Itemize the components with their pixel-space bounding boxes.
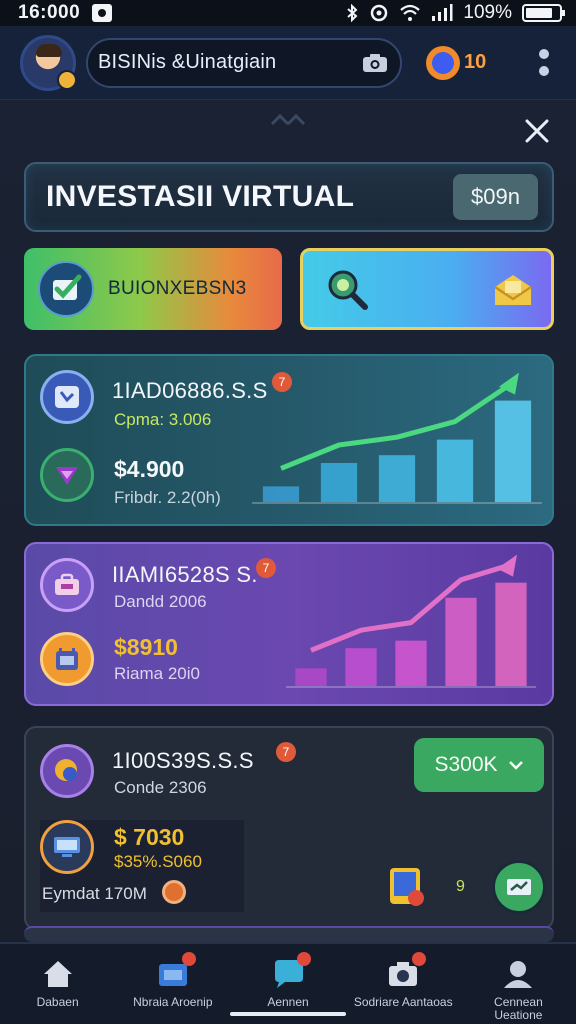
nav-label: Dabaen [36, 995, 79, 1009]
coin-stack-icon [40, 744, 94, 798]
amount-dropdown[interactable]: S300K [414, 738, 544, 792]
chart-bar [320, 463, 358, 502]
search-bar[interactable]: BISINis &Uinatgiain [86, 37, 402, 88]
card-amount: $8910 [114, 634, 178, 660]
coin-icon [162, 880, 186, 904]
battery-percent: 109% [463, 2, 512, 23]
home-indicator [230, 1012, 346, 1016]
close-button[interactable] [520, 114, 554, 148]
mail-icon [494, 275, 532, 305]
notification-icon [92, 4, 113, 22]
chart-bar [494, 400, 532, 502]
card-detail: Riama 20i0 [114, 664, 200, 683]
bluetooth-icon [347, 4, 358, 22]
coin-value: 10 [464, 51, 487, 73]
card-amount: $ 7030 [114, 824, 185, 850]
investment-card-3[interactable]: 1I00S39S.S.S 7 Conde 2306 S300K $ 7030 $… [24, 726, 554, 930]
nav-label: Aennen [267, 995, 309, 1009]
card-subtitle: Dandd 2006 [114, 592, 207, 611]
check-icon [38, 261, 94, 317]
dropdown-value: S300K [434, 753, 498, 776]
balance-button[interactable]: $09n [453, 174, 538, 220]
chart-bar [495, 582, 527, 686]
investment-panel: INVESTASII VIRTUAL $09n BUIONXEBSN3 1IAD… [0, 100, 576, 942]
signal-icon [432, 4, 453, 21]
home-icon [43, 961, 72, 987]
growth-chart [252, 372, 542, 504]
card-badge: 7 [256, 558, 276, 578]
action-button-confirm[interactable]: BUIONXEBSN3 [24, 248, 282, 330]
nav-item-home[interactable]: Dabaen [0, 944, 115, 1024]
card-subtitle: Cpma: 3.006 [114, 410, 212, 429]
action-row: BUIONXEBSN3 [24, 248, 554, 330]
kebab-menu-icon[interactable] [532, 49, 556, 76]
monitor-icon [40, 820, 94, 874]
avatar[interactable] [20, 34, 77, 91]
chart-bar [262, 486, 300, 502]
calendar-icon [40, 632, 94, 686]
action-button-search[interactable] [300, 248, 554, 330]
nav-label: Cennean Ueatione [494, 995, 543, 1022]
chat-icon [271, 952, 311, 990]
search-text[interactable]: BISINis &Uinatgiain [98, 51, 362, 74]
card-title: IIAMI6528S S. [112, 562, 258, 587]
action-button-label: BUIONXEBSN3 [108, 278, 247, 299]
shop-icon [156, 952, 196, 990]
card-detail: Eymdat 170M [42, 884, 147, 903]
nav-item-camera[interactable]: Sodriare Aantaoas [346, 944, 461, 1024]
chart-bar [378, 455, 416, 502]
close-icon [525, 119, 549, 143]
chevron-down-icon [508, 761, 523, 770]
panel-title: INVESTASII VIRTUAL [46, 180, 355, 213]
small-badge: 9 [456, 878, 465, 895]
avatar-badge [57, 69, 77, 90]
briefcase-icon [40, 558, 94, 612]
camera-icon[interactable] [362, 53, 388, 73]
growth-chart [286, 554, 536, 688]
grab-handle-icon[interactable] [268, 110, 308, 128]
status-bar: 16:000 109% [0, 0, 576, 26]
battery-icon [522, 4, 565, 22]
coin-button[interactable]: 10 [426, 45, 487, 80]
nav-label: Nbraia Aroenip [133, 995, 213, 1009]
card-detail: Fribdr. 2.2(0h) [114, 488, 221, 507]
chart-bar [395, 640, 427, 686]
nav-item-profile[interactable]: Cennean Ueatione [461, 944, 576, 1024]
wallet-icon [40, 370, 94, 424]
wifi-icon [400, 4, 421, 21]
alarm-icon [371, 4, 388, 22]
card-title: 1IAD06886.S.S [112, 378, 268, 403]
card-amount-secondary: $35%.S060 [114, 852, 202, 871]
document-icon[interactable] [384, 864, 430, 910]
nav-label: Sodriare Aantaoas [353, 995, 453, 1009]
camera-icon [386, 952, 427, 990]
card-amount: $4.900 [114, 456, 185, 482]
top-header: BISINis &Uinatgiain 10 [0, 26, 576, 100]
card-badge: 7 [276, 742, 296, 762]
nav-item-shop[interactable]: Nbraia Aroenip [115, 944, 230, 1024]
investment-card-1[interactable]: 1IAD06886.S.S 7 Cpma: 3.006 $4.900 Fribd… [24, 354, 554, 526]
trend-line [310, 562, 512, 653]
chart-bar [445, 597, 477, 686]
status-time: 16:000 [18, 2, 81, 23]
chart-bar [345, 648, 377, 686]
coin-icon [426, 45, 460, 80]
search-icon [328, 270, 368, 310]
card-subtitle: Conde 2306 [114, 778, 207, 797]
chart-bar [436, 439, 474, 502]
card-title: 1I00S39S.S.S [112, 748, 254, 773]
shield-icon [40, 448, 94, 502]
investment-card-2[interactable]: IIAMI6528S S. 7 Dandd 2006 $8910 Riama 2… [24, 542, 554, 706]
avatar-hair [36, 43, 62, 57]
profile-icon [504, 961, 533, 988]
chart-card-icon[interactable] [492, 860, 546, 914]
investment-card-4[interactable] [24, 926, 554, 942]
chart-bar [295, 668, 327, 686]
panel-title-card: INVESTASII VIRTUAL $09n [24, 162, 554, 232]
